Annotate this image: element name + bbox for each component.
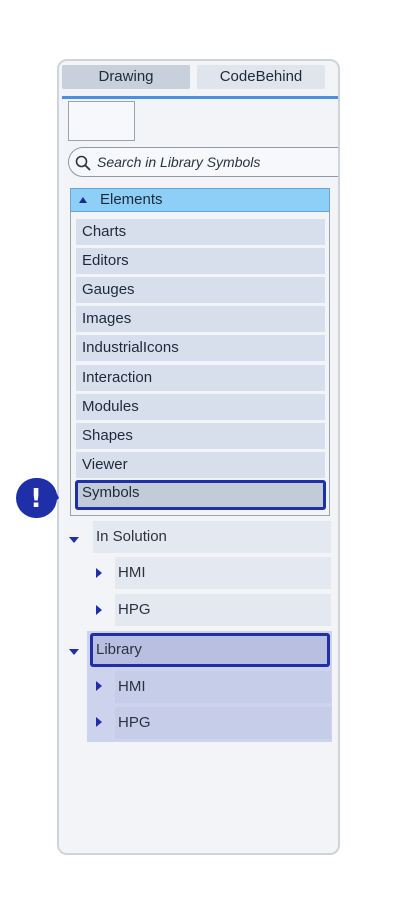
- list-item-editors[interactable]: Editors: [76, 248, 325, 274]
- list-item-charts[interactable]: Charts: [76, 219, 325, 245]
- tree-label-in-solution-hmi: HMI: [118, 564, 146, 581]
- callout-badge-icon: !: [16, 477, 59, 518]
- tab-drawing[interactable]: Drawing: [62, 65, 190, 89]
- tab-codebehind[interactable]: CodeBehind: [197, 65, 325, 89]
- tree-label-library-hpg: HPG: [118, 714, 151, 731]
- tab-underline: [62, 96, 338, 99]
- list-item-gauges[interactable]: Gauges: [76, 277, 325, 303]
- tree-label-in-solution: In Solution: [96, 528, 167, 545]
- search-input[interactable]: Search in Library Symbols: [68, 147, 338, 177]
- expand-arrow-icon[interactable]: [96, 568, 102, 578]
- tree-row-library-hmi[interactable]: [115, 671, 331, 703]
- expand-arrow-icon[interactable]: [69, 537, 79, 543]
- list-item-shapes[interactable]: Shapes: [76, 423, 325, 449]
- elements-list: Charts Editors Gauges Images IndustrialI…: [70, 212, 330, 516]
- preview-thumbnail: [68, 101, 135, 141]
- tree-label-library: Library: [96, 641, 142, 658]
- list-item-symbols[interactable]: Symbols: [75, 480, 326, 510]
- expand-arrow-icon[interactable]: [69, 649, 79, 655]
- collapse-caret-icon[interactable]: [79, 197, 87, 203]
- list-item-images[interactable]: Images: [76, 306, 325, 332]
- badge-text: !: [30, 484, 42, 514]
- tree-label-in-solution-hpg: HPG: [118, 601, 151, 618]
- list-item-modules[interactable]: Modules: [76, 394, 325, 420]
- elements-header-label: Elements: [100, 191, 163, 208]
- tab-bar: Drawing CodeBehind: [62, 65, 338, 89]
- tree-row-in-solution-hmi[interactable]: [115, 557, 331, 589]
- expand-arrow-icon[interactable]: [96, 681, 102, 691]
- tree-label-library-hmi: HMI: [118, 678, 146, 695]
- expand-arrow-icon[interactable]: [96, 717, 102, 727]
- expand-arrow-icon[interactable]: [96, 605, 102, 615]
- list-item-interaction[interactable]: Interaction: [76, 365, 325, 391]
- list-item-industrialicons[interactable]: IndustrialIcons: [76, 335, 325, 361]
- list-item-viewer[interactable]: Viewer: [76, 452, 325, 478]
- search-placeholder: Search in Library Symbols: [97, 154, 261, 170]
- search-icon: [75, 155, 91, 171]
- library-panel: Drawing CodeBehind Search in Library Sym…: [57, 59, 340, 855]
- elements-header[interactable]: Elements: [70, 188, 330, 212]
